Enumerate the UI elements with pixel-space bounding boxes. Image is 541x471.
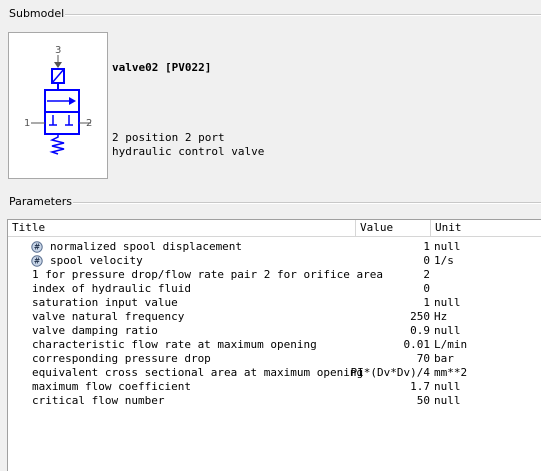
port-2-label: 2 [86,118,92,129]
submodel-group-line [58,14,541,16]
parameter-title: characteristic flow rate at maximum open… [32,338,317,351]
valve-symbol-icon: 3 1 2 [24,45,92,155]
svg-text:#: # [34,257,40,266]
parameter-title: valve natural frequency [32,310,185,323]
parameter-title: corresponding pressure drop [32,352,211,365]
parameter-unit: null [434,324,461,337]
parameter-row[interactable]: valve damping ratio 0.9 null [8,324,541,338]
column-header-title[interactable]: Title [8,220,355,236]
port-3-label: 3 [55,45,61,56]
hash-icon: # [31,255,43,267]
submodel-description: 2 position 2 port hydraulic control valv… [112,131,264,159]
parameter-title: spool velocity [50,254,143,267]
parameter-unit: 1/s [434,254,454,267]
hash-icon: # [31,241,43,253]
column-header-unit[interactable]: Unit [430,220,541,236]
parameter-unit: null [434,394,461,407]
parameter-unit: mm**2 [434,366,468,379]
parameter-value[interactable]: 1.7 [410,380,430,394]
parameter-value[interactable]: PI*(Dv*Dv)/4 [351,366,430,380]
parameter-title: saturation input value [32,296,178,309]
parameters-group-line [72,202,541,204]
submodel-group-title: Submodel [8,7,66,20]
parameter-row[interactable]: # spool velocity 0 1/s [8,254,541,268]
parameter-row[interactable]: characteristic flow rate at maximum open… [8,338,541,352]
parameters-group-title: Parameters [8,195,73,208]
parameter-row[interactable]: # normalized spool displacement 1 null [8,240,541,254]
svg-text:#: # [34,243,40,252]
parameters-table[interactable]: Title Value Unit # normalized spool displ… [7,219,541,471]
parameters-table-header: Title Value Unit [8,220,541,237]
submodel-description-line2: hydraulic control valve [112,145,265,158]
parameter-value[interactable]: 1 [423,240,430,254]
parameter-title: 1 for pressure drop/flow rate pair 2 for… [32,268,383,281]
parameter-title: critical flow number [32,394,165,407]
port-1-label: 1 [24,118,30,129]
parameter-title: valve damping ratio [32,324,158,337]
parameter-value[interactable]: 1 [423,296,430,310]
parameter-row[interactable]: critical flow number 50 null [8,394,541,408]
parameter-row[interactable]: 1 for pressure drop/flow rate pair 2 for… [8,268,541,282]
parameter-value[interactable]: 0 [423,254,430,268]
parameter-value[interactable]: 250 [410,310,430,324]
parameter-value[interactable]: 50 [417,394,430,408]
parameter-value[interactable]: 0.01 [404,338,431,352]
parameter-value[interactable]: 0.9 [410,324,430,338]
parameter-row[interactable]: valve natural frequency 250 Hz [8,310,541,324]
parameter-row[interactable]: index of hydraulic fluid 0 [8,282,541,296]
parameter-row[interactable]: saturation input value 1 null [8,296,541,310]
parameter-unit: Hz [434,310,448,323]
parameter-value[interactable]: 0 [423,282,430,296]
column-header-value[interactable]: Value [355,220,430,236]
submodel-thumbnail[interactable]: 3 1 2 [8,32,108,179]
parameter-unit: bar [434,352,454,365]
submodel-name: valve02 [PV022] [112,61,212,74]
parameter-title: maximum flow coefficient [32,380,191,393]
parameter-title: normalized spool displacement [50,240,243,253]
parameter-unit: L/min [434,338,468,351]
parameter-value[interactable]: 70 [417,352,430,366]
parameter-row[interactable]: corresponding pressure drop 70 bar [8,352,541,366]
parameter-unit: null [434,296,461,309]
parameter-value[interactable]: 2 [423,268,430,282]
parameter-title: index of hydraulic fluid [32,282,191,295]
parameter-unit: null [434,240,461,253]
parameter-row[interactable]: maximum flow coefficient 1.7 null [8,380,541,394]
parameter-unit: null [434,380,461,393]
submodel-description-line1: 2 position 2 port [112,131,225,144]
parameter-title: equivalent cross sectional area at maxim… [32,366,364,379]
parameter-row[interactable]: equivalent cross sectional area at maxim… [8,366,541,380]
